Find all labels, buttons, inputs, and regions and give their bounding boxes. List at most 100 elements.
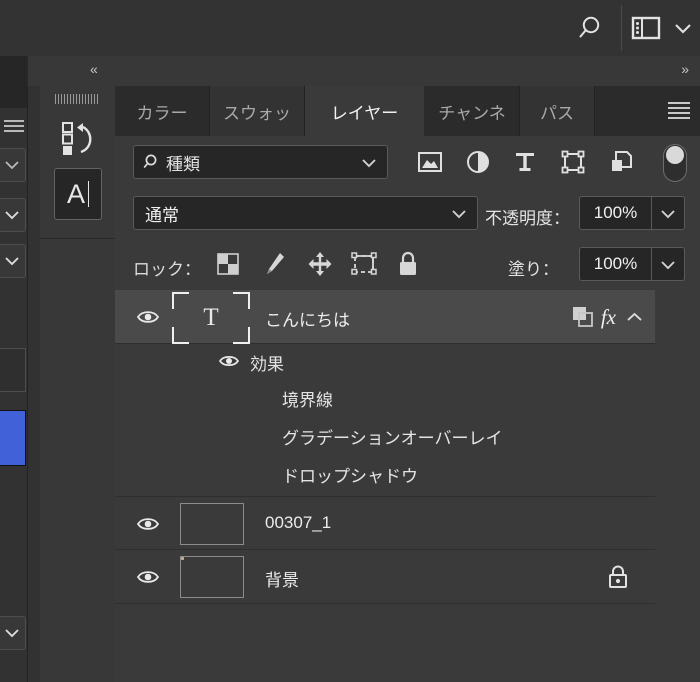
filter-kind-value: 種類 (166, 154, 200, 174)
layer-effects-header[interactable]: 効果 (115, 344, 655, 378)
tab-color[interactable]: カラー (115, 86, 210, 136)
filter-kind-select[interactable]: 種類 (133, 145, 388, 179)
bracket-top-right (233, 292, 250, 309)
tab-swatches[interactable]: スウォッ (210, 86, 305, 136)
lock-artboard-nesting-icon[interactable] (349, 249, 379, 279)
far-left-color-swatch-blue[interactable] (0, 410, 26, 466)
table-row[interactable]: 00307_1 (115, 496, 655, 550)
search-icon (143, 153, 161, 171)
dock-header-strip: « » (0, 56, 700, 86)
lock-row: ロック： 塗り： 100% (115, 238, 700, 291)
chevron-down-icon (451, 208, 467, 219)
filter-enable-toggle[interactable] (663, 144, 687, 182)
far-left-partial-panels (0, 86, 28, 682)
layer-name[interactable]: 背景 (265, 566, 299, 591)
dock-header: « » (27, 56, 700, 86)
layer-visibility-eye-icon[interactable] (136, 514, 160, 534)
tab-label: カラー (136, 103, 188, 123)
type-layer-glyph: T (203, 304, 219, 331)
bracket-bottom-left (172, 327, 189, 344)
far-left-field-4[interactable] (0, 616, 26, 650)
table-row[interactable]: 背景 (115, 550, 655, 604)
collapse-left-icon[interactable]: « (90, 61, 98, 77)
toggle-knob (666, 146, 684, 164)
opacity-stepper-chevron[interactable] (652, 196, 685, 230)
workspace-chevron-down-icon[interactable] (666, 8, 700, 48)
blend-mode-value: 通常 (145, 205, 179, 225)
collapse-right-icon[interactable]: » (681, 61, 689, 77)
blend-mode-select[interactable]: 通常 (133, 196, 478, 230)
lock-icon[interactable] (607, 564, 629, 590)
layer-thumbnail-smart-object[interactable] (180, 503, 244, 545)
history-actions-icon[interactable] (59, 118, 99, 158)
fill-value: 100% (593, 254, 638, 273)
dock-divider (40, 238, 115, 239)
effect-item[interactable]: グラデーションオーバーレイ (115, 418, 655, 452)
layer-filter-row: 種類 (115, 136, 700, 189)
lock-position-icon[interactable] (305, 249, 335, 279)
far-left-field-1[interactable] (0, 148, 26, 182)
lock-image-pixels-icon[interactable] (260, 249, 290, 279)
lock-all-icon[interactable] (393, 249, 423, 279)
bracket-top-left (172, 292, 189, 309)
tab-paths[interactable]: パス (520, 86, 595, 136)
layer-badges (607, 550, 655, 604)
filter-shape-icon[interactable] (558, 147, 588, 177)
chevron-up-icon[interactable] (626, 311, 643, 323)
filter-adjustment-icon[interactable] (463, 147, 493, 177)
far-left-empty-swatch[interactable] (0, 348, 26, 392)
effects-label: 効果 (250, 355, 284, 374)
layer-list: T こんにちは fx 効果 境界線 グラデーションオーバーレイ ドロップシャドウ… (115, 290, 700, 682)
chevron-down-icon (4, 209, 20, 220)
layer-visibility-eye-icon[interactable] (136, 567, 160, 587)
layer-thumbnail-text[interactable]: T (172, 292, 250, 344)
layer-name[interactable]: 00307_1 (265, 513, 331, 533)
effect-item[interactable]: ドロップシャドウ (115, 456, 655, 490)
photoshop-layers-panel-window: « » A カラー スウォッ レイヤー チャンネ パス 種類 通常 不透明度： … (0, 0, 700, 682)
opacity-value: 100% (593, 203, 638, 222)
fill-input[interactable]: 100% (579, 247, 652, 281)
chevron-down-icon (361, 157, 377, 168)
workspace-switcher-icon[interactable] (626, 8, 666, 48)
layer-visibility-eye-icon[interactable] (136, 307, 160, 327)
filter-pixel-icon[interactable] (415, 147, 445, 177)
lock-label: ロック： (133, 260, 201, 279)
opacity-label: 不透明度： (485, 209, 570, 228)
chevron-down-icon (4, 627, 20, 638)
far-left-field-3[interactable] (0, 244, 26, 278)
table-row[interactable]: T こんにちは fx (115, 290, 655, 344)
layer-link-icon[interactable] (571, 305, 595, 329)
topbar-divider (621, 5, 622, 51)
application-top-bar (0, 0, 700, 56)
filter-type-icon[interactable] (510, 147, 540, 177)
tab-layers[interactable]: レイヤー (305, 86, 425, 136)
bracket-bottom-right (233, 327, 250, 344)
layer-name[interactable]: こんにちは (265, 306, 350, 331)
effect-item[interactable]: 境界線 (115, 380, 655, 414)
dock-grip-handle[interactable] (55, 94, 100, 104)
panel-menu-icon[interactable] (668, 102, 690, 119)
layer-badges: fx (571, 290, 655, 344)
layer-fx-badge[interactable]: fx (601, 305, 616, 330)
search-icon[interactable] (569, 7, 611, 49)
tab-label: パス (540, 103, 574, 123)
effect-label: グラデーションオーバーレイ (282, 429, 503, 448)
photo-detail (181, 557, 184, 560)
layer-thumbnail-background[interactable] (180, 556, 244, 598)
far-left-panel-menu-icon[interactable] (4, 120, 24, 134)
tab-label: チャンネ (438, 103, 506, 123)
effects-visibility-eye-icon[interactable] (218, 352, 240, 370)
far-left-field-2[interactable] (0, 198, 26, 232)
dock-left-cap (0, 56, 27, 86)
panel-tabs: カラー スウォッ レイヤー チャンネ パス (115, 86, 595, 136)
panel-tab-bar: カラー スウォッ レイヤー チャンネ パス (115, 86, 700, 136)
type-tool-icon[interactable]: A (54, 168, 102, 220)
lock-transparent-pixels-icon[interactable] (213, 249, 243, 279)
chevron-down-icon (4, 255, 20, 266)
opacity-input[interactable]: 100% (579, 196, 652, 230)
tab-channels[interactable]: チャンネ (425, 86, 520, 136)
chevron-down-icon (4, 159, 20, 170)
effect-label: ドロップシャドウ (282, 467, 418, 486)
filter-smartobject-icon[interactable] (607, 147, 637, 177)
fill-stepper-chevron[interactable] (652, 247, 685, 281)
